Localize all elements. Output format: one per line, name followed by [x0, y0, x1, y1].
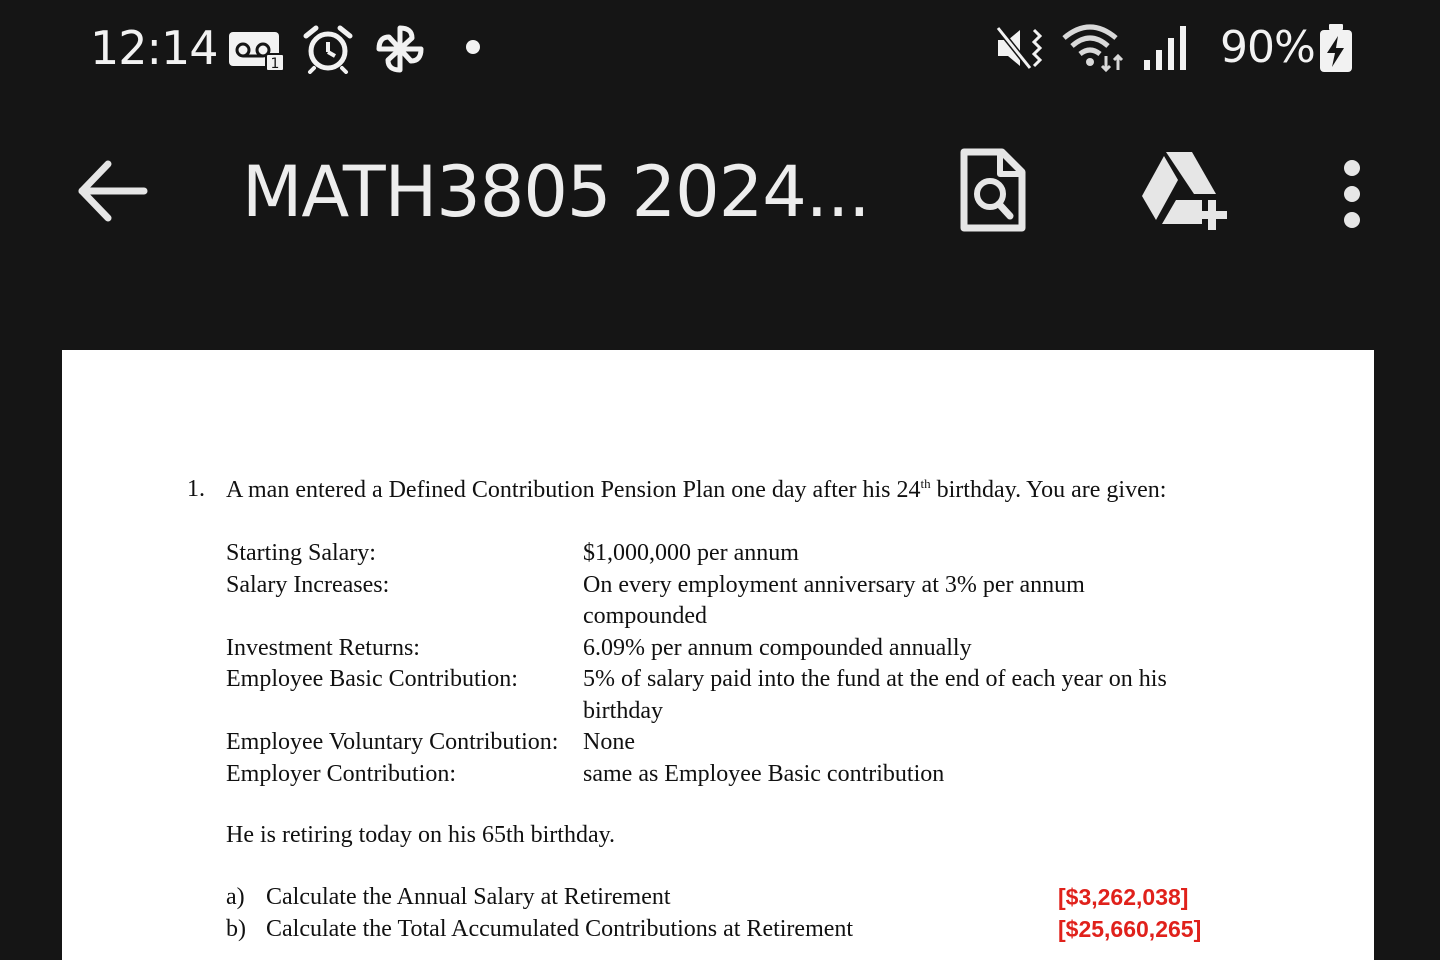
question-number: 1. [187, 476, 205, 502]
part-text: Calculate the Total Accumulated Contribu… [266, 916, 854, 942]
battery-charging-icon [1320, 24, 1352, 72]
svg-text:1: 1 [271, 56, 280, 72]
given-row-employee-voluntary-contribution: Employee Voluntary Contribution: None [226, 727, 1213, 759]
voicemail-icon: 1 [229, 32, 285, 72]
question-part-b: b) Calculate the Total Accumulated Contri… [226, 916, 853, 943]
alarm-icon [303, 25, 353, 74]
intro-text: A man entered a Defined Contribution Pen… [226, 477, 921, 503]
more-options-button[interactable] [1330, 154, 1374, 234]
given-value: None [583, 729, 635, 755]
more-vert-icon [1344, 160, 1360, 228]
given-row-employer-contribution: Employer Contribution: same as Employee … [226, 759, 1213, 791]
answer-part-b: [$25,660,265] [1058, 916, 1202, 942]
given-value: same as Employee Basic contribution [583, 760, 945, 787]
document-title: MATH3805 2024... [242, 151, 871, 233]
app-bar: MATH3805 2024... [0, 110, 1440, 280]
find-in-document-icon [960, 148, 1026, 232]
given-row-salary-increases: Salary Increases: On every employment an… [226, 570, 1213, 633]
back-button[interactable] [74, 156, 154, 226]
intro-superscript: th [920, 476, 931, 491]
wifi-icon [1062, 24, 1124, 73]
given-label: Employee Basic Contribution: [226, 666, 518, 692]
given-value: 6.09% per annum compounded annually [583, 634, 972, 661]
part-letter: a) [226, 884, 245, 910]
part-text: Calculate the Annual Salary at Retiremen… [266, 884, 671, 910]
given-value: 5% of salary paid into the fund at the e… [583, 666, 1167, 724]
battery-percentage: 90% [1220, 22, 1316, 73]
intro-text-end: birthday. You are given: [930, 477, 1167, 503]
signal-icon [1144, 26, 1186, 70]
answer-part-a: [$3,262,038] [1058, 884, 1189, 910]
given-parameters: Starting Salary: $1,000,000 per annum Sa… [226, 538, 1213, 790]
add-to-drive-icon [1142, 152, 1227, 230]
retirement-statement: He is retiring today on his 65th birthda… [226, 822, 616, 848]
given-label: Employee Voluntary Contribution: [226, 729, 559, 755]
question-part-a: a) Calculate the Annual Salary at Retirem… [226, 884, 671, 911]
document-page[interactable]: 1. A man entered a Defined Contribution … [62, 350, 1374, 960]
given-row-starting-salary: Starting Salary: $1,000,000 per annum [226, 538, 1213, 570]
given-value: On every employment anniversary at 3% pe… [583, 571, 1085, 630]
back-arrow-icon [78, 160, 148, 222]
vibrate-icon [995, 26, 1043, 70]
status-bar: 12:14 1 90% [0, 0, 1440, 100]
given-label: Starting Salary: [226, 540, 376, 566]
pinwheel-icon [376, 25, 424, 73]
given-row-employee-basic-contribution: Employee Basic Contribution: 5% of salar… [226, 664, 1213, 727]
given-row-investment-returns: Investment Returns: 6.09% per annum comp… [226, 633, 1213, 665]
phone-screen: 12:14 1 90% MATH3805 2024... 1. A man en… [0, 0, 1440, 960]
status-time: 12:14 [90, 21, 219, 75]
add-to-drive-button[interactable] [1136, 148, 1236, 232]
given-label: Salary Increases: [226, 571, 390, 598]
given-label: Investment Returns: [226, 634, 420, 661]
part-letter: b) [226, 916, 246, 942]
given-label: Employer Contribution: [226, 760, 456, 787]
given-value: $1,000,000 per annum [583, 540, 799, 566]
question-intro: A man entered a Defined Contribution Pen… [226, 476, 1166, 504]
find-in-document-button[interactable] [952, 146, 1032, 236]
notification-dot-icon [466, 40, 480, 54]
